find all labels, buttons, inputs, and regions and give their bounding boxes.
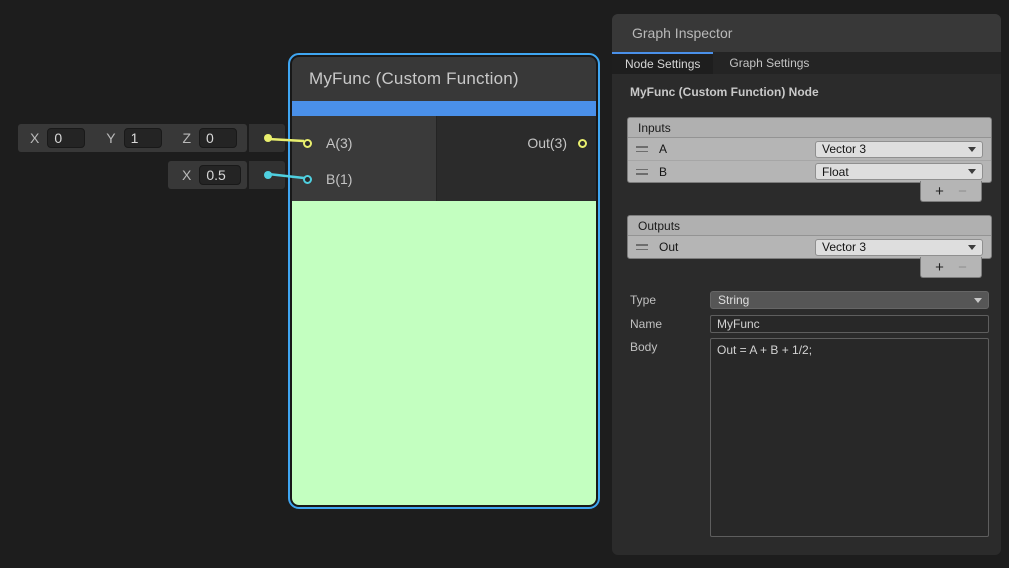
graph-inspector-panel: Graph Inspector Node Settings Graph Sett… [612, 14, 1001, 555]
input-row-a[interactable]: A Vector 3 [628, 138, 991, 160]
drag-handle-icon[interactable] [636, 169, 648, 175]
custom-function-node[interactable]: MyFunc (Custom Function) A(3) B(1) Out(3… [288, 53, 600, 509]
float-input-widget: X [168, 161, 247, 189]
input-a-name: A [659, 142, 667, 156]
input-a-type-dropdown[interactable]: Vector 3 [815, 141, 983, 158]
vector3-x-group: X [30, 128, 85, 148]
outputs-footer: + − [920, 257, 982, 278]
node-body: MyFunc (Custom Function) A(3) B(1) Out(3… [292, 57, 596, 505]
y-value-field[interactable] [124, 128, 162, 148]
node-preview [292, 201, 596, 505]
tab-graph-settings[interactable]: Graph Settings [713, 52, 825, 74]
inspector-header[interactable]: Graph Inspector [612, 14, 1001, 52]
body-textarea[interactable]: Out = A + B + 1/2; [710, 338, 989, 537]
float-edge-dot-icon [264, 171, 272, 179]
vector3-edge-dot-icon [264, 134, 272, 142]
y-axis-label: Y [106, 130, 115, 146]
node-title[interactable]: MyFunc (Custom Function) [292, 57, 596, 101]
output-out-name: Out [659, 240, 678, 254]
type-dropdown[interactable]: String [710, 291, 989, 309]
input-port-b-label: B(1) [326, 171, 352, 187]
outputs-section-title: Outputs [628, 216, 991, 236]
vector3-z-group: Z [182, 128, 237, 148]
type-field-row: Type String [612, 291, 1001, 309]
port-row-a[interactable]: A(3) [303, 129, 352, 157]
input-port-a-label: A(3) [326, 135, 352, 151]
output-port-out-label: Out(3) [527, 135, 567, 151]
vector3-y-group: Y [106, 128, 161, 148]
name-label: Name [612, 315, 710, 333]
vector3-edge-connector[interactable] [249, 124, 285, 152]
port-row-b[interactable]: B(1) [303, 165, 352, 193]
x-value-field[interactable] [47, 128, 85, 148]
inputs-section-title: Inputs [628, 118, 991, 138]
float-x-group: X [182, 165, 241, 185]
input-port-b-icon[interactable] [303, 175, 312, 184]
dropdown-arrow-icon [968, 245, 976, 250]
node-accent-bar [292, 101, 596, 116]
x-axis-label: X [182, 167, 191, 183]
drag-handle-icon[interactable] [636, 244, 648, 250]
add-input-button[interactable]: + [935, 184, 944, 199]
input-b-name: B [659, 165, 667, 179]
dropdown-arrow-icon [974, 298, 982, 303]
body-label: Body [612, 338, 710, 537]
drag-handle-icon[interactable] [636, 146, 648, 152]
outputs-section: Outputs Out Vector 3 [627, 215, 992, 259]
output-port-out-icon[interactable] [578, 139, 587, 148]
input-b-type-value: Float [816, 165, 849, 179]
input-row-b[interactable]: B Float [628, 160, 991, 182]
node-ports-area: A(3) B(1) Out(3) [292, 116, 596, 201]
inspector-title: Graph Inspector [612, 25, 732, 41]
float-edge-connector[interactable] [249, 161, 285, 189]
node-settings-heading: MyFunc (Custom Function) Node [612, 74, 1001, 99]
x-axis-label: X [30, 130, 39, 146]
float-value-field[interactable] [199, 165, 241, 185]
type-value: String [711, 293, 749, 307]
add-output-button[interactable]: + [935, 260, 944, 275]
output-out-type-value: Vector 3 [816, 240, 866, 254]
input-a-type-value: Vector 3 [816, 142, 866, 156]
input-b-type-dropdown[interactable]: Float [815, 163, 983, 180]
body-field-row: Body Out = A + B + 1/2; [612, 338, 1001, 537]
remove-input-button[interactable]: − [958, 184, 967, 199]
remove-output-button[interactable]: − [958, 260, 967, 275]
inputs-footer: + − [920, 181, 982, 202]
output-out-type-dropdown[interactable]: Vector 3 [815, 239, 983, 256]
inputs-section: Inputs A Vector 3 B Float [627, 117, 992, 183]
dropdown-arrow-icon [968, 147, 976, 152]
name-field-row: Name [612, 315, 1001, 333]
inspector-tabbar: Node Settings Graph Settings [612, 52, 1001, 74]
type-label: Type [612, 291, 710, 309]
z-value-field[interactable] [199, 128, 237, 148]
shader-graph-canvas: X Y Z X MyFunc (Custom Function) [0, 0, 1009, 568]
z-axis-label: Z [182, 130, 191, 146]
output-row-out[interactable]: Out Vector 3 [628, 236, 991, 258]
input-port-a-icon[interactable] [303, 139, 312, 148]
vector3-input-widget: X Y Z [18, 124, 247, 152]
tab-node-settings[interactable]: Node Settings [612, 52, 713, 74]
name-input[interactable] [710, 315, 989, 333]
port-row-out[interactable]: Out(3) [527, 129, 587, 157]
dropdown-arrow-icon [968, 169, 976, 174]
